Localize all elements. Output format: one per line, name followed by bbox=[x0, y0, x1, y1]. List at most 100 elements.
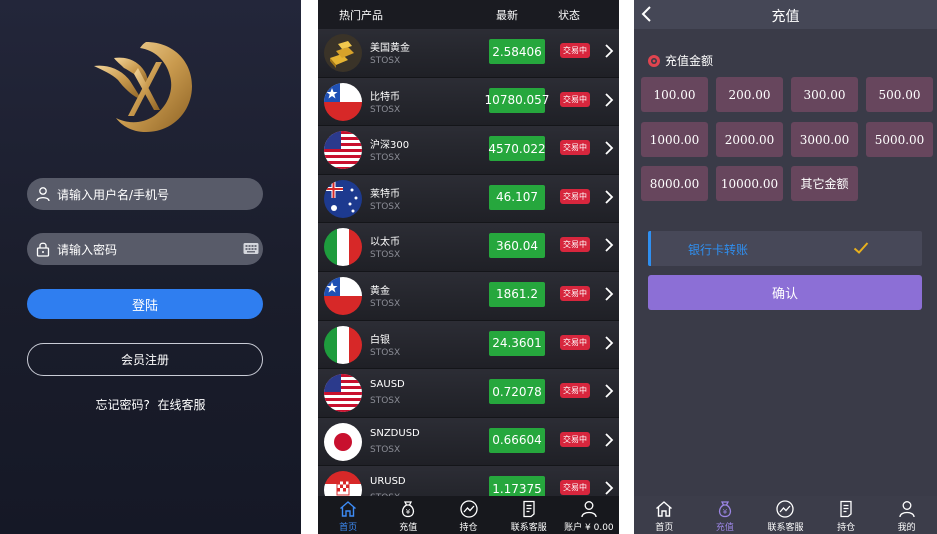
market-row[interactable]: SAUSD STOSX 0.72078 交易中 bbox=[318, 369, 619, 418]
username-field[interactable]: 请输入用户名/手机号 bbox=[27, 178, 263, 210]
us-flag-icon bbox=[324, 131, 362, 170]
amount-option[interactable]: 其它金额 bbox=[791, 166, 858, 201]
amount-option[interactable]: 1000.00 bbox=[641, 122, 708, 157]
status-badge: 交易中 bbox=[560, 285, 590, 301]
product-sub: STOSX bbox=[370, 104, 401, 115]
bank-transfer-option[interactable]: 银行卡转账 bbox=[648, 231, 922, 266]
italy-flag-icon bbox=[324, 228, 362, 267]
product-sub: STOSX bbox=[370, 153, 401, 164]
market-row[interactable]: 白银 STOSX 24.3601 交易中 bbox=[318, 320, 619, 370]
confirm-button[interactable]: 确认 bbox=[648, 275, 922, 310]
tab-item[interactable]: 我的 bbox=[876, 496, 937, 534]
tab-item[interactable]: ¥ 充值 bbox=[695, 496, 756, 534]
chevron-right-icon bbox=[605, 190, 614, 204]
money-bag-icon: ¥ bbox=[378, 499, 438, 519]
tab-item[interactable]: 首页 bbox=[318, 496, 378, 534]
product-name: 白银 bbox=[370, 334, 390, 346]
tab-item[interactable]: 持仓 bbox=[438, 496, 498, 534]
recharge-topbar: 充值 bbox=[634, 0, 937, 29]
login-screen: 请输入用户名/手机号 请输入密码 登陆 会员注册 忘记密码? 在线客服 bbox=[0, 0, 301, 534]
password-placeholder: 请输入密码 bbox=[57, 242, 118, 257]
lock-icon bbox=[36, 242, 50, 257]
forgot-password-link[interactable]: 忘记密码? bbox=[95, 396, 149, 413]
amount-option[interactable]: 500.00 bbox=[866, 77, 933, 112]
chevron-right-icon bbox=[605, 44, 614, 58]
header-status: 状态 bbox=[558, 9, 580, 22]
tab-label: 首页 bbox=[655, 523, 674, 533]
product-sub: STOSX bbox=[370, 250, 401, 261]
amount-label: 充值金额 bbox=[647, 52, 713, 69]
status-badge: 交易中 bbox=[560, 43, 590, 58]
market-row[interactable]: 以太币 STOSX 360.04 交易中 bbox=[318, 223, 619, 272]
amount-option[interactable]: 100.00 bbox=[641, 77, 708, 112]
gold-bar-icon bbox=[324, 34, 362, 72]
price-badge: 10780.057 bbox=[485, 87, 549, 113]
product-sub: STOSX bbox=[370, 347, 401, 358]
market-row[interactable]: 莱特币 STOSX 46.107 交易中 bbox=[318, 174, 619, 224]
auth-links: 忘记密码? 在线客服 bbox=[0, 396, 301, 413]
header-latest: 最新 bbox=[496, 9, 518, 22]
online-service-link[interactable]: 在线客服 bbox=[158, 396, 206, 413]
document-icon bbox=[499, 499, 559, 519]
chart-icon bbox=[755, 499, 816, 519]
chevron-right-icon bbox=[605, 335, 614, 350]
market-screen: 热门产品 最新 状态 美国黄金 STOSX 2.58406 交易中 比特币 STOSX 10… bbox=[318, 0, 619, 534]
amount-option[interactable]: 200.00 bbox=[716, 77, 783, 112]
product-sub: STOSX bbox=[370, 56, 401, 66]
username-placeholder: 请输入用户名/手机号 bbox=[57, 187, 170, 202]
recharge-screen: 充值 充值金额 100.00 200.00 300.00 500.00 1000.00 2… bbox=[634, 0, 937, 534]
bank-transfer-label: 银行卡转账 bbox=[688, 243, 749, 257]
status-badge: 交易中 bbox=[560, 431, 590, 447]
price-badge: 24.3601 bbox=[489, 330, 545, 356]
product-name: URUSD bbox=[370, 476, 406, 488]
user-icon bbox=[876, 499, 937, 519]
user-icon bbox=[559, 499, 619, 519]
product-sub: STOSX bbox=[370, 444, 401, 455]
chevron-right-icon bbox=[605, 481, 614, 495]
document-icon bbox=[816, 499, 877, 519]
product-sub: STOSX bbox=[370, 201, 401, 212]
user-icon bbox=[36, 187, 50, 202]
tab-item[interactable]: ¥ 充值 bbox=[378, 496, 438, 534]
gear-icon bbox=[648, 54, 660, 67]
check-icon bbox=[853, 242, 869, 254]
tab-item[interactable]: 首页 bbox=[634, 496, 695, 534]
chevron-right-icon bbox=[605, 141, 614, 155]
product-sub: STOSX bbox=[370, 396, 401, 407]
market-row[interactable]: 美国黄金 STOSX 2.58406 交易中 bbox=[318, 29, 619, 78]
market-row[interactable]: SNZDUSD STOSX 0.66604 交易中 bbox=[318, 417, 619, 467]
login-button[interactable]: 登陆 bbox=[27, 289, 263, 319]
product-name: 美国黄金 bbox=[370, 43, 410, 54]
product-name: 以太币 bbox=[370, 237, 400, 249]
amount-option[interactable]: 8000.00 bbox=[641, 166, 708, 201]
tab-item[interactable]: 持仓 bbox=[816, 496, 877, 534]
tab-item[interactable]: 联系客服 bbox=[755, 496, 816, 534]
tab-item[interactable]: 联系客服 bbox=[499, 496, 559, 534]
home-icon bbox=[634, 499, 695, 519]
status-badge: 交易中 bbox=[560, 237, 590, 253]
chevron-right-icon bbox=[605, 92, 614, 107]
market-row[interactable]: 沪深300 STOSX 4570.022 交易中 bbox=[318, 126, 619, 175]
price-badge: 360.04 bbox=[489, 233, 545, 259]
amount-option[interactable]: 5000.00 bbox=[866, 122, 933, 157]
tab-label: 持仓 bbox=[837, 523, 856, 533]
amount-option[interactable]: 300.00 bbox=[791, 77, 858, 112]
status-badge: 交易中 bbox=[560, 334, 590, 350]
market-row[interactable]: 黄金 STOSX 1861.2 交易中 bbox=[318, 271, 619, 321]
keyboard-icon[interactable] bbox=[243, 241, 259, 256]
amount-option[interactable]: 10000.00 bbox=[716, 166, 783, 201]
amount-option[interactable]: 2000.00 bbox=[716, 122, 783, 157]
us-flag-icon bbox=[324, 374, 362, 413]
password-field[interactable]: 请输入密码 bbox=[27, 233, 263, 265]
tab-item[interactable]: 账户 ¥ 0.00 bbox=[559, 496, 619, 534]
market-row[interactable]: 比特币 STOSX 10780.057 交易中 bbox=[318, 77, 619, 127]
chevron-right-icon bbox=[605, 433, 614, 447]
chart-icon bbox=[438, 499, 498, 519]
status-badge: 交易中 bbox=[560, 383, 590, 399]
product-name: SNZDUSD bbox=[370, 427, 420, 439]
amount-option[interactable]: 3000.00 bbox=[791, 122, 858, 157]
svg-text:¥: ¥ bbox=[723, 508, 728, 516]
tab-label: 首页 bbox=[339, 523, 358, 533]
svg-text:¥: ¥ bbox=[406, 508, 411, 516]
register-button[interactable]: 会员注册 bbox=[27, 343, 263, 376]
